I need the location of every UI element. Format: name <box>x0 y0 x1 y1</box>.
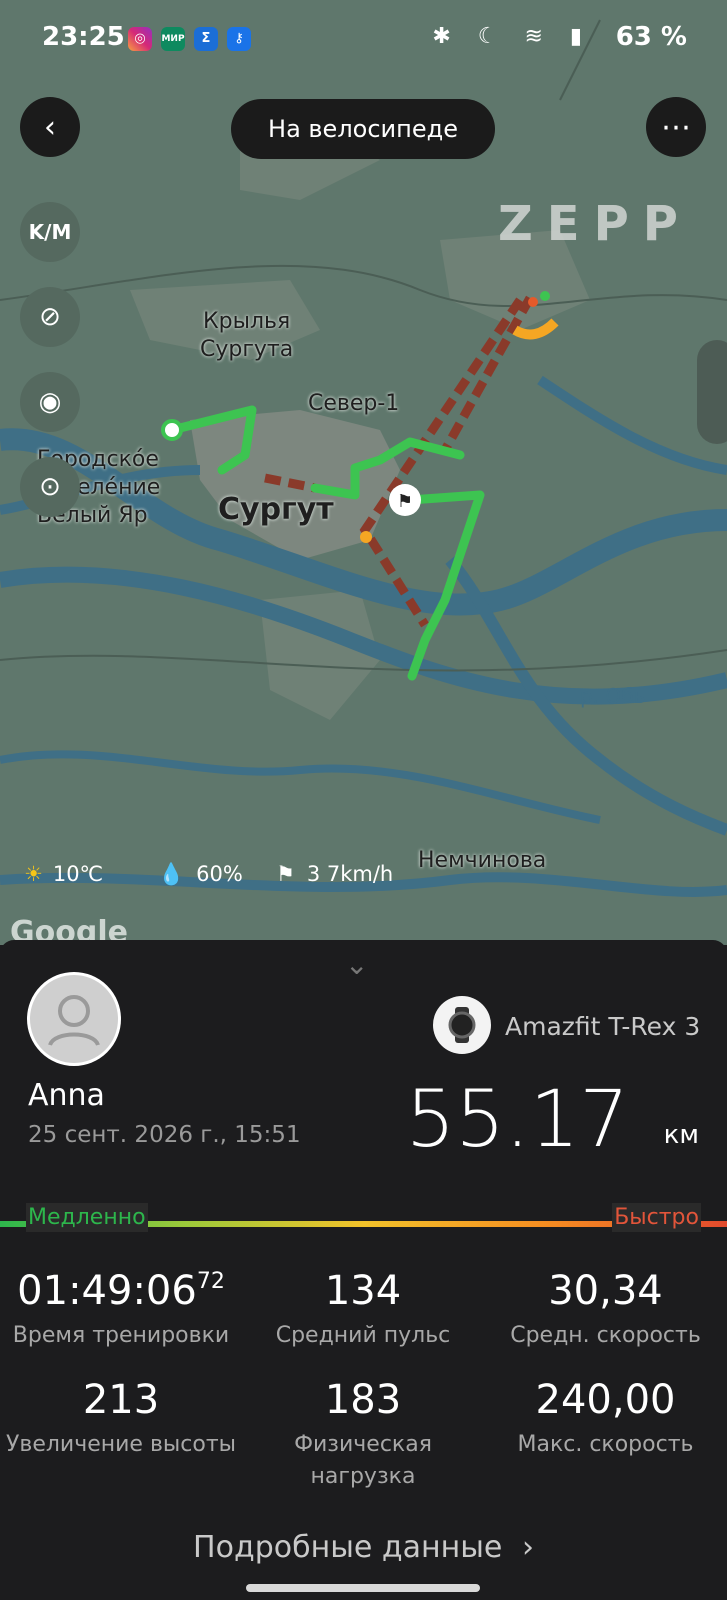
weather-humidity: 💧 60% <box>158 862 243 886</box>
mir-icon: МИР <box>161 27 185 51</box>
visibility-button[interactable]: ◉ <box>20 372 80 432</box>
distance-value: 55.17 <box>405 1075 629 1165</box>
locate-button[interactable]: ⊙ <box>20 457 80 517</box>
weather-temp: ☀ 10℃ <box>24 862 104 886</box>
status-time: 23:25 <box>42 22 125 52</box>
globe-off-icon: ⊘ <box>39 302 61 332</box>
layer-toggle-button[interactable]: ⊘ <box>20 287 80 347</box>
km-icon: K/M <box>28 220 72 244</box>
map-label-river: р. Обь <box>580 684 646 708</box>
sigma-icon: Σ <box>194 27 218 51</box>
workout-type-title[interactable]: На велосипеде <box>231 99 495 159</box>
map-label-surgut: Сургут <box>218 492 334 527</box>
workout-date: 25 сент. 2026 г., 15:51 <box>28 1122 301 1148</box>
stat-avg-speed: 30,34 Средн. скорость <box>510 1268 701 1348</box>
instagram-icon: ◎ <box>128 27 152 51</box>
user-name: Anna <box>28 1078 105 1113</box>
status-bar: 23:25 ◎ МИР Σ ⚷ ✱ ☾ ≋ ▮ 63 % <box>0 0 727 80</box>
chevron-down-icon[interactable]: ⌄ <box>345 948 368 981</box>
eye-icon: ◉ <box>38 387 62 417</box>
back-button[interactable]: ‹ <box>20 97 80 157</box>
stat-max-speed: 240,00 Макс. скорость <box>517 1377 694 1457</box>
km-markers-button[interactable]: K/M <box>20 202 80 262</box>
chevron-right-icon: › <box>521 1530 534 1565</box>
system-icons: ✱ ☾ ≋ ▮ <box>432 24 592 49</box>
fast-label: Быстро <box>612 1203 701 1232</box>
battery-level: 63 % <box>615 22 687 52</box>
weather-wind: ⚑ 3 7km/h <box>276 862 394 886</box>
distance-unit: км <box>663 1120 699 1150</box>
stat-training-load: 183 Физическая нагрузка <box>294 1377 432 1489</box>
target-icon: ⊙ <box>39 472 61 502</box>
map-label-krylya: Крылья Сургута <box>200 309 294 362</box>
home-indicator[interactable] <box>246 1584 480 1592</box>
drop-icon: 💧 <box>158 862 185 886</box>
back-icon: ‹ <box>44 109 56 145</box>
map-label-nemchinova: Немчинова <box>418 848 547 873</box>
more-icon: ⋯ <box>661 109 691 145</box>
zepp-watermark: ZEPP <box>498 196 692 252</box>
key-icon: ⚷ <box>227 27 251 51</box>
stat-avg-heart-rate: 134 Средний пульс <box>275 1268 451 1348</box>
stat-duration: 01:49:0672 Время тренировки <box>12 1268 230 1348</box>
device-name: Amazfit T-Rex 3 <box>505 1012 701 1041</box>
details-link[interactable]: Подробные данные › <box>0 1530 727 1565</box>
wind-icon: ⚑ <box>276 862 295 886</box>
slow-label: Медленно <box>26 1203 148 1232</box>
avatar[interactable] <box>27 972 121 1066</box>
person-icon <box>48 995 100 1047</box>
more-button[interactable]: ⋯ <box>646 97 706 157</box>
svg-text:⚑: ⚑ <box>397 491 413 512</box>
side-tab[interactable] <box>697 340 727 444</box>
stat-elevation-gain: 213 Увеличение высоты <box>5 1377 237 1457</box>
watch-icon <box>433 996 491 1054</box>
map-label-sever: Север-1 <box>308 391 400 416</box>
sun-icon: ☀ <box>24 862 43 886</box>
